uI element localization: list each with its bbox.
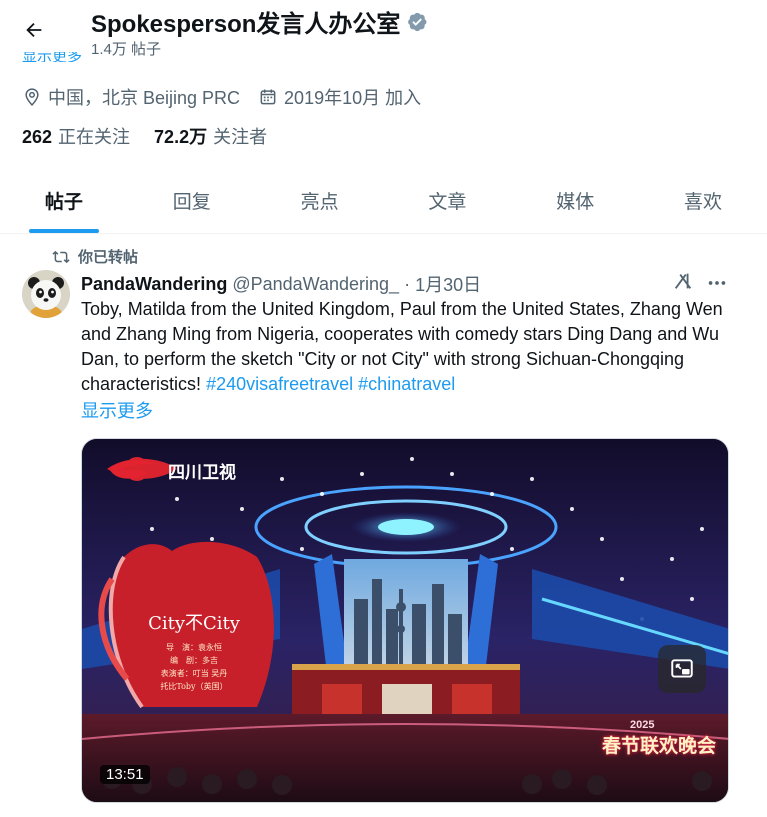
followers-label: 关注者 [213, 127, 268, 147]
grok-icon[interactable] [672, 270, 694, 292]
banner-credits: 导 演：袁永恒 编 剧：多吉 表演者：叮当 吴丹 托比Toby（英国） [120, 641, 268, 693]
profile-meta: 中国，北京 Beijing PRC 2019年10月 加入 [22, 84, 439, 110]
hashtag-link[interactable]: #240visafreetravel [206, 374, 353, 394]
tab-highlights[interactable]: 亮点 [256, 168, 384, 233]
picture-in-picture-icon [671, 659, 693, 678]
follow-stats: 262 正在关注 72.2万 关注者 [22, 123, 291, 149]
avatar[interactable] [22, 270, 70, 318]
profile-name: Spokesperson发言人办公室 [91, 11, 401, 38]
join-date-text: 2019年10月 加入 [284, 88, 422, 108]
following-count: 262 [22, 127, 53, 147]
tab-likes[interactable]: 喜欢 [639, 168, 767, 233]
show-more-link[interactable]: 显示更多 [81, 397, 153, 423]
gala-logo: 春节联欢晚会 [602, 736, 717, 757]
post-header: PandaWandering @PandaWandering_ · 1月30日 [81, 271, 481, 297]
author-handle[interactable]: @PandaWandering_ [232, 274, 399, 295]
picture-in-picture-button[interactable] [658, 645, 706, 693]
credit-line: 导 演：袁永恒 [166, 643, 222, 652]
following-label: 正在关注 [58, 127, 131, 147]
banner-title: City不City [148, 613, 240, 634]
location: 中国，北京 Beijing PRC [22, 84, 240, 110]
tab-media[interactable]: 媒体 [511, 168, 639, 233]
channel-logo-text: 四川卫视 [168, 462, 236, 482]
video-duration: 13:51 [100, 765, 150, 784]
hashtag-link[interactable]: #chinatravel [358, 374, 455, 394]
back-button[interactable] [14, 10, 54, 50]
following-link[interactable]: 262 正在关注 [22, 123, 130, 149]
followers-count: 72.2万 [154, 127, 208, 147]
profile-name-row: Spokesperson发言人办公室 [91, 4, 428, 39]
tab-replies[interactable]: 回复 [128, 168, 256, 233]
verified-badge-icon [408, 12, 427, 31]
calendar-icon [260, 89, 276, 105]
tab-articles[interactable]: 文章 [383, 168, 511, 233]
followers-link[interactable]: 72.2万 关注者 [154, 123, 267, 149]
post-count: 1.4万 帖子 [91, 41, 162, 58]
credit-line: 托比Toby（英国） [160, 682, 228, 691]
title-banner: City不City 导 演：袁永恒 编 剧：多吉 表演者：叮当 吴丹 托比Tob… [114, 557, 274, 707]
channel-logo-icon [110, 460, 156, 479]
join-date: 2019年10月 加入 [258, 84, 421, 110]
video-player[interactable]: 四川卫视 City不City 导 演：袁永恒 编 剧：多吉 表演者：叮当 吴丹 … [81, 438, 729, 803]
post-text: Toby, Matilda from the United Kingdom, P… [81, 297, 741, 397]
repost-indicator: 你已转帖 [52, 246, 138, 267]
bio-show-more-link[interactable]: 显示更多 [22, 52, 82, 62]
panda-avatar-image [22, 270, 70, 318]
gala-year: 2025 [630, 719, 655, 731]
credit-line: 表演者：叮当 吴丹 [160, 669, 228, 678]
post-date[interactable]: 1月30日 [415, 271, 481, 297]
separator: · [404, 273, 411, 294]
author-name[interactable]: PandaWandering [81, 274, 227, 295]
credit-line: 编 剧：多吉 [170, 656, 218, 665]
location-text: 中国，北京 Beijing PRC [48, 88, 241, 108]
channel-logo: 四川卫视 [106, 457, 236, 483]
repost-icon [52, 250, 70, 263]
repost-label: 你已转帖 [78, 249, 139, 266]
tab-posts[interactable]: 帖子 [0, 168, 128, 233]
arrow-left-icon [26, 22, 42, 38]
location-pin-icon [25, 88, 39, 106]
more-options-icon[interactable] [705, 272, 729, 294]
profile-tabs: 帖子 回复 亮点 文章 媒体 喜欢 [0, 168, 767, 234]
